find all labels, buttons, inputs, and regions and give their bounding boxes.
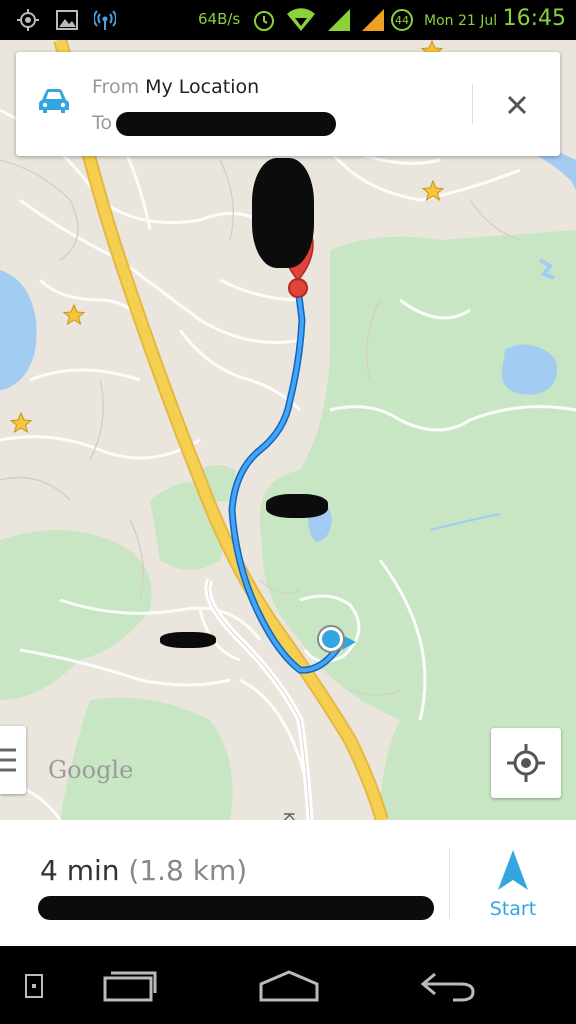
duration: 4 min <box>40 854 120 887</box>
redacted-label <box>160 632 216 648</box>
road-label: Klåvavägen <box>280 812 296 820</box>
redacted-destination <box>116 112 336 136</box>
to-row[interactable]: To <box>92 112 112 134</box>
signal-icon <box>360 8 386 32</box>
layers-menu-button[interactable] <box>0 726 26 794</box>
home-icon[interactable] <box>254 966 324 1006</box>
from-label: From <box>92 76 140 98</box>
alarm-icon <box>252 8 276 32</box>
start-button[interactable]: Start <box>472 840 554 936</box>
car-icon[interactable] <box>38 88 70 118</box>
menu-icon[interactable] <box>14 966 54 1006</box>
from-value: My Location <box>145 76 260 98</box>
battery-level: 44 <box>395 13 409 27</box>
my-location-button[interactable] <box>491 728 561 798</box>
crosshair-icon <box>507 744 545 782</box>
navigation-arrow-icon <box>498 850 528 890</box>
from-row[interactable]: From My Location <box>92 76 259 98</box>
image-icon <box>56 8 78 32</box>
gps-icon <box>16 8 40 32</box>
distance: (1.8 km) <box>128 854 248 887</box>
recent-apps-icon[interactable] <box>98 966 162 1006</box>
divider <box>449 848 450 918</box>
start-label: Start <box>489 898 537 920</box>
redacted-address <box>38 896 434 920</box>
map-view[interactable]: Klåvavägen Google <box>0 40 576 820</box>
system-nav-bar <box>0 946 576 1024</box>
wifi-tether-icon <box>94 8 116 32</box>
status-bar: 64B/s 44 Mon 21 Jul 16:45 <box>0 0 576 40</box>
divider <box>472 84 473 124</box>
route-summary[interactable]: 4 min (1.8 km) Start <box>0 820 576 946</box>
signal-icon <box>326 8 352 32</box>
status-date: Mon 21 Jul <box>424 13 498 29</box>
status-time: 16:45 <box>502 6 566 31</box>
map-canvas <box>0 40 576 820</box>
to-label: To <box>92 112 113 134</box>
close-icon[interactable] <box>502 90 532 120</box>
menu-lines-icon <box>0 748 16 772</box>
battery-icon: 44 <box>390 8 414 32</box>
redacted-label <box>252 158 314 268</box>
eta: 4 min (1.8 km) <box>40 854 247 887</box>
back-icon[interactable] <box>414 966 480 1006</box>
redacted-label <box>266 494 328 518</box>
route-card: From My Location To <box>16 52 560 156</box>
google-attribution: Google <box>48 756 134 784</box>
wifi-icon <box>286 8 316 32</box>
data-rate: 64B/s <box>198 10 241 28</box>
